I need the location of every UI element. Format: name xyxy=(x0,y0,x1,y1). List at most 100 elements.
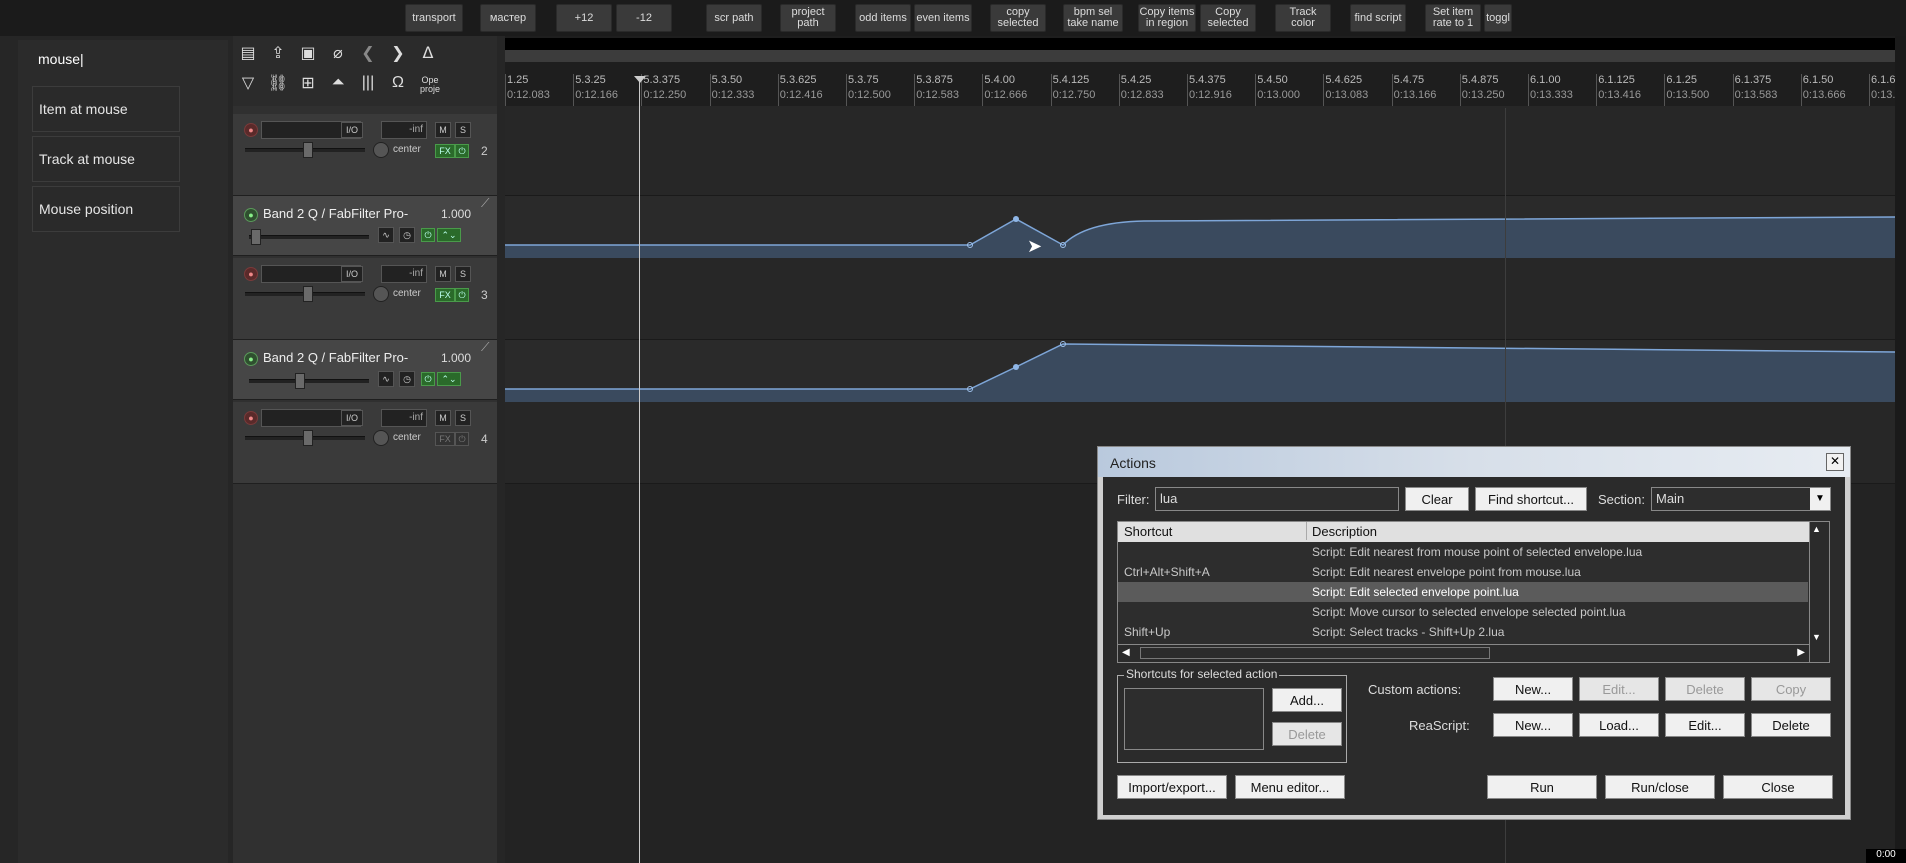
volume-slider-thumb[interactable] xyxy=(303,430,313,446)
envelope-active-icon[interactable]: ⏻ xyxy=(421,372,435,386)
search-result-item-at-mouse[interactable]: Item at mouse xyxy=(32,86,180,132)
edit-cursor[interactable] xyxy=(639,76,640,863)
list-vertical-scrollbar[interactable]: ▲ ▼ xyxy=(1809,522,1829,662)
custom-new-button[interactable]: New... xyxy=(1493,677,1573,701)
toolbar-button-toggle[interactable]: toggl xyxy=(1484,4,1512,32)
envelope-shape-icon[interactable]: ∿ xyxy=(378,227,394,243)
toolbar-button-master[interactable]: мастер xyxy=(480,4,536,32)
mute-button[interactable]: M xyxy=(435,266,451,282)
scroll-down-icon[interactable]: ▼ xyxy=(1812,632,1821,642)
track-2[interactable]: ● I/O -inf M S center FX ⏻ 2 xyxy=(233,114,497,196)
toolbar-button-minus12[interactable]: -12 xyxy=(616,4,672,32)
toolbar-button-bpm-sel-take-name[interactable]: bpm sel take name xyxy=(1063,4,1123,32)
list-horizontal-scrollbar[interactable]: ◀ ▶ xyxy=(1118,644,1809,662)
dialog-title[interactable]: Actions xyxy=(1098,447,1850,477)
attach-icon[interactable]: ⌀ xyxy=(325,40,351,66)
fx-button[interactable]: FX xyxy=(435,288,455,302)
clear-button[interactable]: Clear xyxy=(1405,487,1469,511)
envelope-arm-icon[interactable]: ● xyxy=(244,352,258,366)
undo-icon[interactable]: ❮ xyxy=(355,40,381,66)
envelope-icon[interactable]: ⏶ xyxy=(325,70,351,96)
toolbar-button-transport[interactable]: transport xyxy=(405,4,463,32)
toolbar-button-odd-items[interactable]: odd items xyxy=(855,4,911,32)
bars-icon[interactable]: ||| xyxy=(355,70,381,96)
track-3-lane[interactable] xyxy=(505,258,1895,340)
fx-button[interactable]: FX xyxy=(435,432,455,446)
track-3[interactable]: ● I/O -inf M S center FX ⏻ 3 xyxy=(233,258,497,340)
track-2-lane[interactable] xyxy=(505,114,1895,196)
timeline-ruler[interactable]: 1.25 0:12.083 5.3.25 0:12.166 5.3.375 0:12.25… xyxy=(505,36,1895,106)
solo-button[interactable]: S xyxy=(455,410,471,426)
envelope-slider-thumb[interactable] xyxy=(251,229,261,245)
io-button[interactable]: I/O xyxy=(341,410,363,426)
save-icon[interactable]: ▣ xyxy=(295,40,321,66)
envelope-arm-icon[interactable]: ● xyxy=(244,208,258,222)
run-close-button[interactable]: Run/close xyxy=(1605,775,1715,799)
action-row[interactable]: Ctrl+Alt+Shift+A Script: Edit nearest env… xyxy=(1118,562,1808,582)
redo-icon[interactable]: ❯ xyxy=(385,40,411,66)
search-input[interactable]: mouse| xyxy=(32,48,192,72)
open-project-icon[interactable]: ⇪ xyxy=(265,40,291,66)
fx-bypass-icon[interactable]: ⏻ xyxy=(455,432,469,446)
custom-delete-button[interactable]: Delete xyxy=(1665,677,1745,701)
edit-cursor-marker-icon[interactable] xyxy=(634,76,646,83)
pan-knob[interactable] xyxy=(373,286,389,302)
snap-icon[interactable]: Ω xyxy=(385,70,411,96)
envelope-slider[interactable] xyxy=(249,235,369,239)
toolbar-button-plus12[interactable]: +12 xyxy=(556,4,612,32)
solo-button[interactable]: S xyxy=(455,122,471,138)
envelope-clock-icon[interactable]: ◷ xyxy=(399,227,415,243)
actions-list[interactable]: Shortcut Description Script: Edit neares… xyxy=(1117,521,1830,663)
reascript-edit-button[interactable]: Edit... xyxy=(1665,713,1745,737)
toolbar-button-find-script[interactable]: find script xyxy=(1350,4,1406,32)
action-row-selected[interactable]: Script: Edit selected envelope point.lua xyxy=(1118,582,1808,602)
add-shortcut-button[interactable]: Add... xyxy=(1272,688,1342,712)
new-project-icon[interactable]: ▤ xyxy=(235,40,261,66)
envelope-mode-icon[interactable]: ⌃⌄ xyxy=(437,372,461,386)
mute-button[interactable]: M xyxy=(435,122,451,138)
track-4[interactable]: ● I/O -inf M S center FX ⏻ 4 xyxy=(233,402,497,484)
envelope-2-lane[interactable] xyxy=(505,340,1895,402)
io-button[interactable]: I/O xyxy=(341,122,363,138)
envelope-1-curve[interactable] xyxy=(505,196,1895,258)
pan-knob[interactable] xyxy=(373,430,389,446)
filter-input[interactable]: lua xyxy=(1155,487,1399,511)
close-icon[interactable]: ✕ xyxy=(1826,453,1844,471)
envelope-mode-icon[interactable]: ⌃⌄ xyxy=(437,228,461,242)
envelope-1-lane[interactable] xyxy=(505,196,1895,258)
envelope-slider[interactable] xyxy=(249,379,369,383)
action-row[interactable]: Shift+Up Script: Select tracks - Shift+Up… xyxy=(1118,622,1808,642)
toolbar-button-even-items[interactable]: even items xyxy=(914,4,972,32)
fx-button[interactable]: FX xyxy=(435,144,455,158)
solo-button[interactable]: S xyxy=(455,266,471,282)
scroll-up-icon[interactable]: ▲ xyxy=(1812,524,1821,534)
mute-button[interactable]: M xyxy=(435,410,451,426)
scroll-right-icon[interactable]: ▶ xyxy=(1797,647,1805,658)
menu-editor-button[interactable]: Menu editor... xyxy=(1235,775,1345,799)
toolbar-button-track-color[interactable]: Track color xyxy=(1275,4,1331,32)
toolbar-button-scr-path[interactable]: scr path xyxy=(706,4,762,32)
open-project-button[interactable]: Ope proje xyxy=(416,76,444,94)
shortcuts-list[interactable] xyxy=(1124,688,1264,750)
close-button[interactable]: Close xyxy=(1723,775,1833,799)
fx-bypass-icon[interactable]: ⏻ xyxy=(455,144,469,158)
toolbar-button-copy-selected[interactable]: copy selected xyxy=(990,4,1046,32)
envelope-slider-thumb[interactable] xyxy=(295,373,305,389)
chevron-down-icon[interactable]: ▼ xyxy=(1810,488,1830,510)
reascript-new-button[interactable]: New... xyxy=(1493,713,1573,737)
toolbar-button-project-path[interactable]: project path xyxy=(780,4,836,32)
record-arm-icon[interactable]: ● xyxy=(244,123,258,137)
custom-edit-button[interactable]: Edit... xyxy=(1579,677,1659,701)
record-arm-icon[interactable]: ● xyxy=(244,411,258,425)
column-shortcut[interactable]: Shortcut xyxy=(1124,524,1172,539)
find-shortcut-button[interactable]: Find shortcut... xyxy=(1475,487,1587,511)
metronome-icon[interactable]: ⵠ xyxy=(415,40,441,66)
run-button[interactable]: Run xyxy=(1487,775,1597,799)
scroll-thumb[interactable] xyxy=(1140,647,1490,659)
delete-shortcut-button[interactable]: Delete xyxy=(1272,722,1342,746)
envelope-2-curve[interactable] xyxy=(505,340,1895,402)
record-arm-icon[interactable]: ● xyxy=(244,267,258,281)
scroll-left-icon[interactable]: ◀ xyxy=(1122,647,1130,658)
toolbar-button-copy-selected-2[interactable]: Copy selected xyxy=(1200,4,1256,32)
envelope-active-icon[interactable]: ⏻ xyxy=(421,228,435,242)
